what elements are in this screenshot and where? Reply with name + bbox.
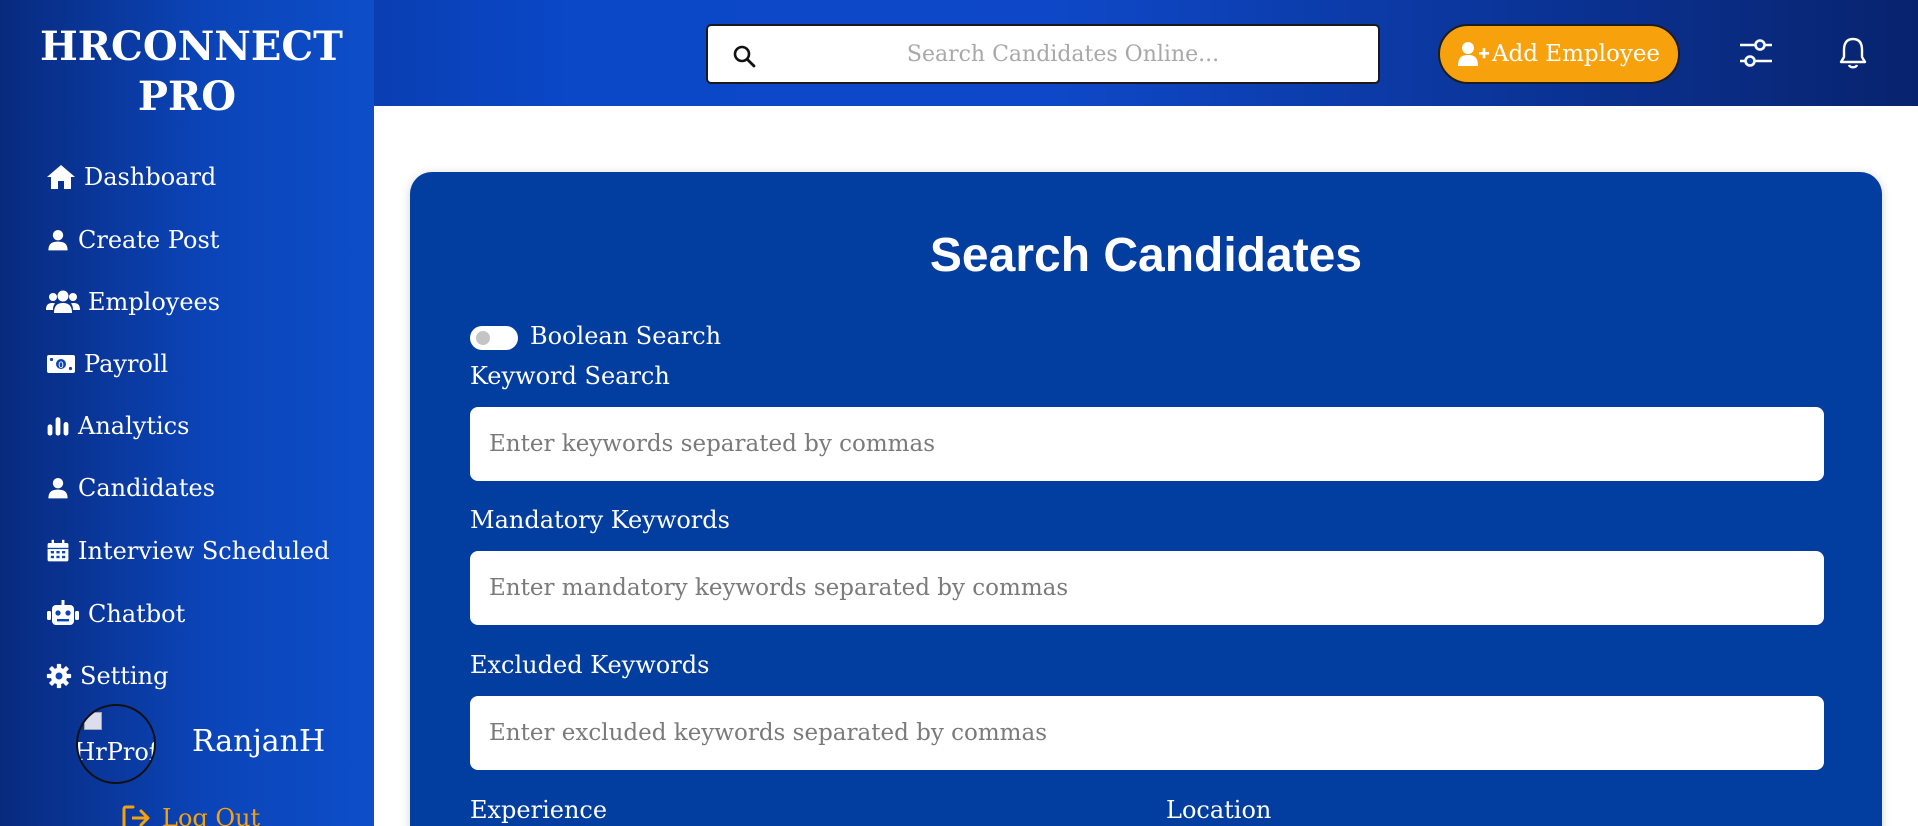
keyword-search-input[interactable] — [470, 407, 1824, 481]
user-icon — [48, 230, 68, 251]
search-icon — [733, 45, 756, 68]
bar-chart-icon — [47, 417, 69, 436]
search-input[interactable] — [708, 26, 1378, 82]
sidebar-item-label: Chatbot — [88, 600, 186, 628]
mandatory-keywords-label: Mandatory Keywords — [470, 506, 730, 534]
bell-icon[interactable] — [1838, 36, 1868, 70]
keyword-search-label: Keyword Search — [470, 362, 670, 390]
money-icon: 0 — [47, 355, 75, 373]
sidebar-item-setting[interactable]: Setting — [46, 656, 168, 696]
app-title: HRCONNECT PRO — [40, 23, 343, 120]
add-employee-button[interactable]: Add Employee — [1438, 24, 1680, 84]
logout-label: Log Out — [162, 804, 261, 826]
sidebar-item-label: Analytics — [78, 412, 190, 440]
sidebar-item-label: Payroll — [84, 350, 169, 378]
sidebar-item-label: Employees — [88, 288, 221, 316]
sidebar-item-label: Candidates — [78, 474, 216, 502]
sidebar-item-candidates[interactable]: Candidates — [46, 468, 215, 508]
sidebar-item-label: Interview Scheduled — [78, 537, 330, 565]
search-bar[interactable] — [706, 24, 1380, 84]
svg-text:0: 0 — [58, 361, 64, 371]
sidebar-item-label: Setting — [80, 662, 169, 690]
user-icon — [48, 478, 68, 499]
avatar[interactable]: HrProf — [76, 704, 156, 784]
excluded-keywords-label: Excluded Keywords — [470, 651, 710, 679]
sidebar-item-analytics[interactable]: Analytics — [46, 406, 189, 446]
home-icon — [47, 165, 75, 189]
sidebar-item-label: Dashboard — [84, 163, 217, 191]
mandatory-keywords-input[interactable] — [470, 551, 1824, 625]
sidebar-item-chatbot[interactable]: Chatbot — [46, 594, 185, 634]
logout-icon — [122, 805, 150, 826]
sidebar-item-employees[interactable]: Employees — [46, 282, 220, 322]
add-employee-label: Add Employee — [1491, 41, 1661, 67]
experience-label: Experience — [470, 796, 608, 824]
avatar-alt-text: HrProf — [76, 738, 156, 766]
calendar-icon — [47, 539, 69, 562]
users-icon — [46, 290, 80, 313]
sidebar-item-label: Create Post — [78, 226, 220, 254]
logout-button[interactable]: Log Out — [122, 804, 260, 826]
sidebar-item-dashboard[interactable]: Dashboard — [46, 157, 216, 197]
add-user-icon — [1457, 42, 1489, 66]
sidebar-item-payroll[interactable]: 0 Payroll — [46, 344, 168, 384]
excluded-keywords-input[interactable] — [470, 696, 1824, 770]
sidebar: HRCONNECT PRO Dashboard Create Post Empl… — [0, 0, 374, 826]
sidebar-item-create-post[interactable]: Create Post — [46, 220, 219, 260]
sidebar-item-interview-scheduled[interactable]: Interview Scheduled — [46, 531, 329, 571]
page-title: Search Candidates — [929, 229, 1363, 282]
sliders-icon[interactable] — [1738, 36, 1774, 70]
broken-image-icon — [84, 712, 102, 730]
boolean-search-label: Boolean Search — [530, 322, 722, 350]
location-label: Location — [1166, 796, 1272, 824]
boolean-search-toggle[interactable] — [470, 326, 518, 350]
robot-icon — [47, 600, 79, 625]
gear-icon — [46, 663, 72, 689]
toggle-knob — [476, 331, 490, 345]
username: RanjanH — [192, 724, 326, 759]
